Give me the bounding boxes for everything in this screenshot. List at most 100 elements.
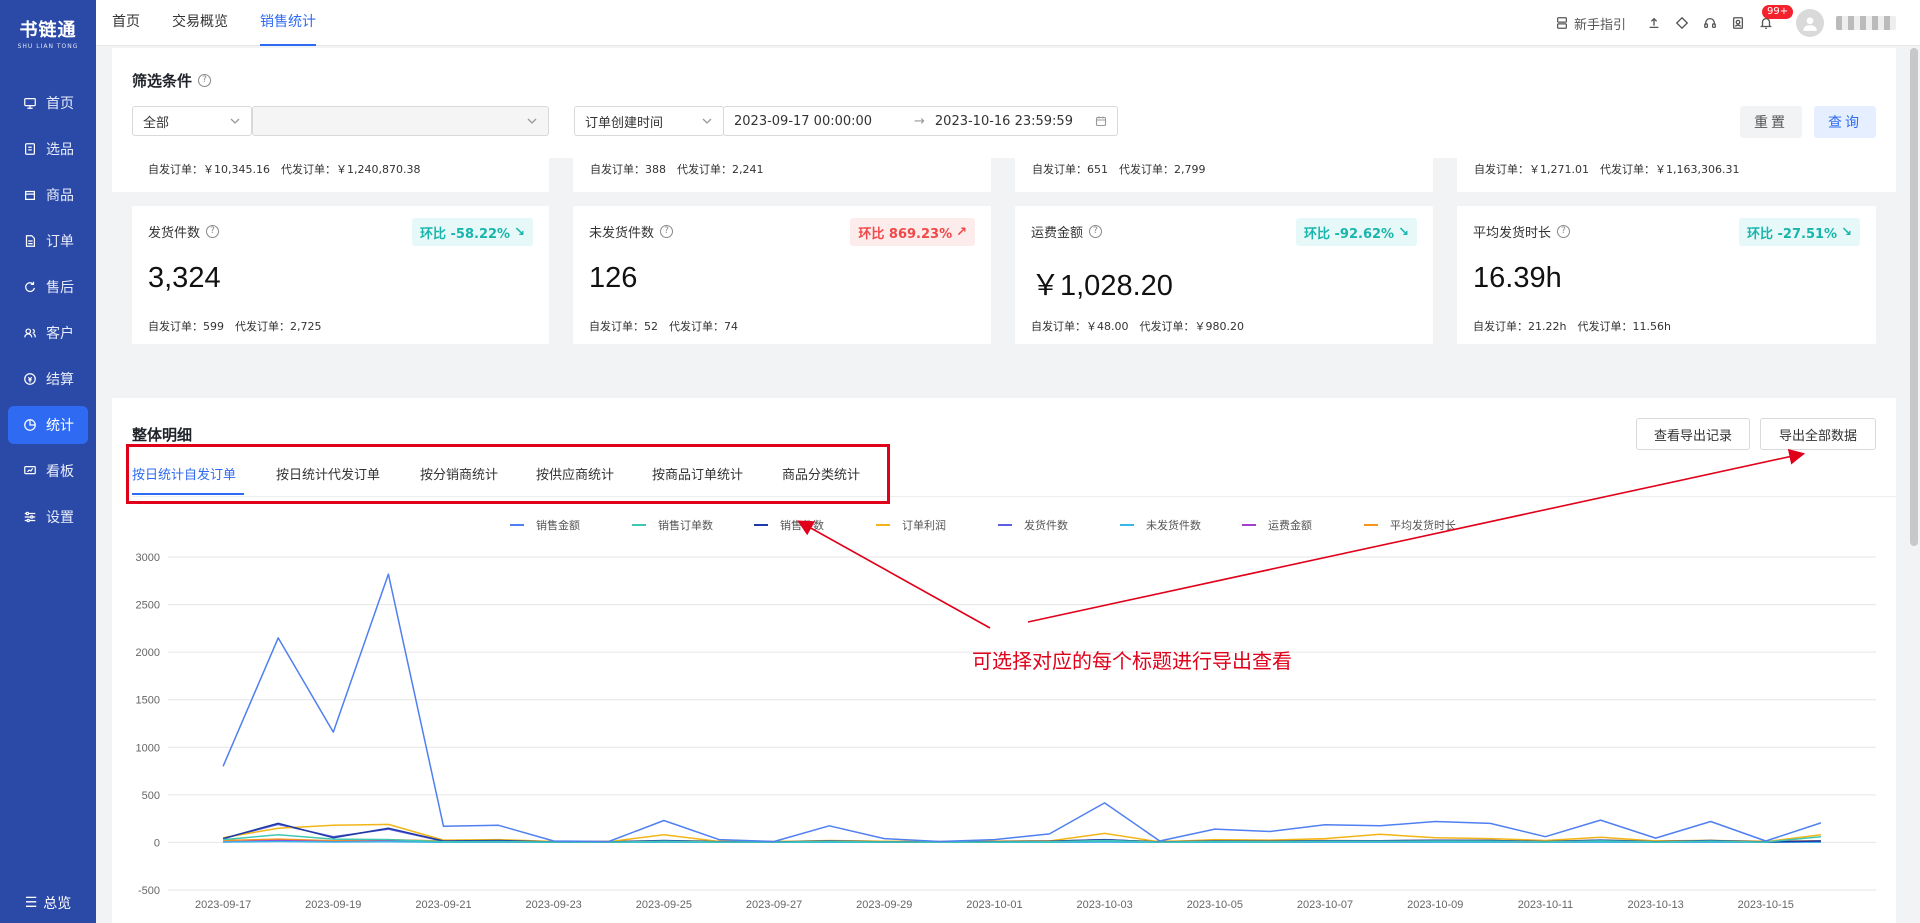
x-tick-label: 2023-10-01	[966, 899, 1022, 911]
date-type-value: 订单创建时间	[585, 115, 664, 131]
collapse-sidebar-button[interactable]: ☰ 总览	[0, 891, 96, 915]
x-tick-label: 2023-10-03	[1077, 899, 1133, 911]
bell-icon[interactable]: 99+	[1758, 5, 1794, 31]
dashboard-icon	[22, 463, 38, 479]
tab-sales-statistics[interactable]: 销售统计	[260, 0, 316, 46]
sidebar-item-selection[interactable]: 选品	[8, 130, 88, 168]
stat-card-freight: 运费金额? 环比 -92.62% ↘ ￥1,028.20 自发订单：￥48.00 …	[1015, 206, 1433, 344]
y-tick-label: 0	[154, 837, 160, 849]
sidebar-item-dashboard[interactable]: 看板	[8, 452, 88, 490]
sidebar-item-settings[interactable]: 设置	[8, 498, 88, 536]
sidebar-item-label: 结算	[46, 372, 74, 388]
card-title: 发货件数?	[148, 222, 220, 241]
change-chip: 环比 -92.62% ↘	[1296, 218, 1417, 246]
top-right-toolbar: 新手指引 99+	[1554, 0, 1896, 46]
x-tick-label: 2023-10-13	[1627, 899, 1683, 911]
x-tick-label: 2023-09-27	[746, 899, 802, 911]
monitor-icon	[22, 95, 38, 111]
card-value: 3,324	[148, 262, 221, 294]
y-tick-label: 1000	[136, 742, 160, 754]
change-chip: 环比 -58.22% ↘	[412, 218, 533, 246]
sidebar-item-statistics[interactable]: 统计	[8, 406, 88, 444]
users-icon	[22, 325, 38, 341]
date-range-picker[interactable]: 2023-09-17 00:00:00 → 2023-10-16 23:59:5…	[723, 106, 1118, 136]
sidebar-item-label: 统计	[46, 418, 74, 434]
sidebar-item-settlement[interactable]: 结算	[8, 360, 88, 398]
sidebar-item-goods[interactable]: 商品	[8, 176, 88, 214]
settlement-icon	[22, 371, 38, 387]
card-title-text: 平均发货时长	[1473, 226, 1552, 241]
y-tick-label: 3000	[136, 552, 160, 564]
tag-icon[interactable]	[1674, 15, 1690, 31]
end-time-input[interactable]: 2023-10-16 23:59:59	[935, 114, 1073, 129]
secondary-select[interactable]	[252, 106, 549, 136]
calendar-icon	[1095, 116, 1107, 127]
sidebar-item-label: 设置	[46, 510, 74, 526]
avatar[interactable]	[1796, 9, 1824, 37]
date-type-select[interactable]: 订单创建时间	[574, 106, 724, 136]
annotation-text: 可选择对应的每个标题进行导出查看	[972, 649, 1292, 673]
export-all-data-button[interactable]: 导出全部数据	[1760, 418, 1876, 450]
filter-title: 筛选条件 ?	[132, 70, 212, 91]
sliders-icon	[22, 509, 38, 525]
arrow-right-icon: →	[914, 113, 925, 129]
headset-icon[interactable]	[1702, 15, 1718, 31]
legend-label: 未发货件数	[1146, 518, 1201, 532]
start-time-input[interactable]: 2023-09-17 00:00:00	[734, 114, 904, 129]
x-tick-label: 2023-09-21	[415, 899, 471, 911]
card-sub: 自发订单：￥48.00 代发订单：￥980.20	[1031, 320, 1244, 333]
query-button[interactable]: 查询	[1814, 106, 1876, 138]
upload-icon[interactable]	[1646, 15, 1662, 31]
view-export-records-button[interactable]: 查看导出记录	[1636, 418, 1750, 450]
help-icon[interactable]: ?	[206, 225, 220, 238]
sidebar-item-aftersales[interactable]: 售后	[8, 268, 88, 306]
username-pixelated[interactable]	[1836, 16, 1896, 30]
guide-link[interactable]: 新手指引	[1554, 14, 1626, 33]
legend-label: 运费金额	[1268, 518, 1312, 532]
sidebar-item-label: 售后	[46, 280, 74, 296]
y-tick-label: 1500	[136, 695, 160, 707]
change-text: 环比 -58.22%	[420, 226, 511, 242]
annotation-highlight-box	[126, 444, 890, 504]
card-title: 运费金额?	[1031, 222, 1103, 241]
notification-badge: 99+	[1762, 5, 1794, 19]
sidebar-item-label: 选品	[46, 142, 74, 158]
scrollbar[interactable]	[1910, 48, 1918, 546]
legend-label: 订单利润	[902, 518, 946, 532]
y-tick-label: 2000	[136, 647, 160, 659]
tab-home[interactable]: 首页	[112, 0, 140, 46]
series-line	[222, 823, 1821, 843]
help-icon[interactable]: ?	[660, 225, 674, 238]
summary-sub: 自发订单：388 代发订单：2,241	[590, 163, 764, 176]
tab-trade-overview[interactable]: 交易概览	[172, 0, 228, 46]
reset-button[interactable]: 重置	[1740, 106, 1802, 138]
x-tick-label: 2023-09-29	[856, 899, 912, 911]
legend-label: 销售金额	[536, 518, 580, 532]
y-tick-label: 2500	[136, 600, 160, 612]
summary-sub: 自发订单：651 代发订单：2,799	[1032, 163, 1206, 176]
sidebar-item-home[interactable]: 首页	[8, 84, 88, 122]
card-title: 未发货件数?	[589, 222, 674, 241]
chevron-down-icon	[527, 118, 537, 124]
x-tick-label: 2023-10-11	[1518, 899, 1573, 911]
stat-card-unshipped: 未发货件数? 环比 869.23% ↗ 126 自发订单：52 代发订单：74	[573, 206, 991, 344]
help-icon[interactable]: ?	[1089, 225, 1103, 238]
help-icon[interactable]: ?	[198, 74, 212, 87]
stat-card-avg-ship-time: 平均发货时长? 环比 -27.51% ↘ 16.39h 自发订单：21.22h 代…	[1457, 206, 1876, 344]
sidebar-item-label: 首页	[46, 96, 74, 112]
card-title-text: 发货件数	[148, 226, 201, 241]
detail-title: 整体明细	[132, 426, 193, 444]
arrow-down-right-icon: ↘	[514, 224, 525, 240]
menu-icon: ☰	[24, 895, 38, 911]
x-tick-label: 2023-09-23	[526, 899, 582, 911]
filter-panel: 筛选条件 ? 全部 订单创建时间 2023-09-17 00:00:00 → 2…	[112, 48, 1896, 158]
y-tick-label: -500	[138, 885, 160, 897]
sidebar: 书链通 SHU LIAN TONG 首页 选品 商品 订单 售后 客户 结算 统…	[0, 0, 96, 923]
card-value: 16.39h	[1473, 262, 1562, 294]
summary-sub: 自发订单：￥10,345.16 代发订单：￥1,240,870.38	[148, 163, 421, 176]
scope-select[interactable]: 全部	[132, 106, 252, 136]
contacts-icon[interactable]	[1730, 15, 1746, 31]
sidebar-item-orders[interactable]: 订单	[8, 222, 88, 260]
help-icon[interactable]: ?	[1557, 225, 1571, 238]
sidebar-item-customers[interactable]: 客户	[8, 314, 88, 352]
